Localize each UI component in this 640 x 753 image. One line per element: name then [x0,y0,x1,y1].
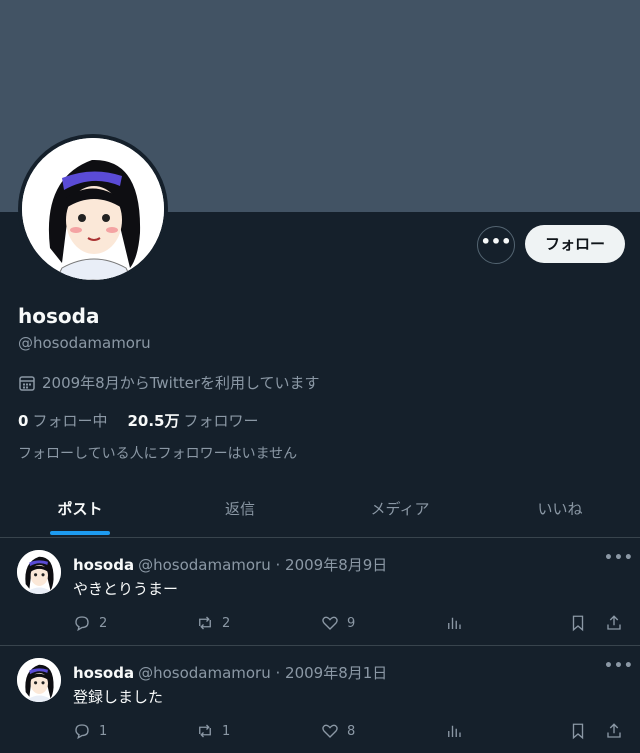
bookmark-button[interactable] [569,614,587,632]
like-count: 8 [347,723,356,739]
reply-icon [75,616,89,632]
post-more-icon[interactable]: ••• [604,658,634,674]
avatar-illustration [17,550,61,594]
meta-separator: · [270,556,286,574]
share-button[interactable] [605,722,623,740]
post-text: 登録しました [73,688,164,706]
like-icon [322,724,338,738]
repost-icon [199,724,211,738]
meta-separator: · [270,664,286,682]
followers-count: 20.5万 [127,412,180,430]
reply-count: 1 [99,723,108,739]
post-author-name[interactable]: hosoda [73,556,134,574]
post-date[interactable]: 2009年8月1日 [285,664,387,682]
share-icon [607,723,621,738]
tab-label: メディア [370,500,430,518]
profile-tabs: ポスト 返信 メディア いいね [0,484,640,538]
active-tab-indicator [50,531,110,535]
share-icon [607,615,621,630]
followers-link[interactable]: 20.5万 フォロワー [127,410,258,431]
tab-label: ポスト [57,500,103,518]
following-label: フォロー中 [32,412,108,430]
reply-icon [75,724,89,740]
tab-label: 返信 [224,500,255,518]
post-item[interactable]: hosoda @hosodamamoru · 2009年8月9日 やきとりうまー … [0,538,640,646]
repost-button[interactable]: 1 [196,722,230,740]
bookmark-button[interactable] [569,722,587,740]
reply-count: 2 [99,615,108,631]
post-avatar[interactable] [17,550,61,594]
post-author-handle[interactable]: @hosodamamoru [138,664,271,682]
views-icon [448,617,461,629]
mutual-followers-note: フォローしている人にフォロワーはいません [18,446,298,462]
tab-posts[interactable]: ポスト [0,484,160,537]
bookmark-icon [572,615,584,632]
like-count: 9 [347,615,356,631]
repost-count: 2 [222,615,231,631]
follow-button[interactable]: フォロー [525,225,625,263]
calendar-icon [19,375,35,391]
views-button[interactable] [445,722,463,740]
join-date-text: 2009年8月からTwitterを利用しています [42,374,320,392]
more-button[interactable]: ••• [477,226,515,264]
tab-likes[interactable]: いいね [480,484,640,537]
post-actions: 1 1 8 [73,722,627,742]
avatar-illustration [22,138,164,280]
more-icon: ••• [480,232,512,251]
views-icon [448,725,461,737]
following-link[interactable]: 0 フォロー中 [18,410,107,431]
post-actions: 2 2 9 [73,614,627,634]
reply-button[interactable]: 2 [73,614,107,632]
post-text: やきとりうまー [73,580,179,598]
like-button[interactable]: 8 [321,722,355,740]
post-meta: hosoda @hosodamamoru · 2009年8月1日 [73,662,387,683]
post-date[interactable]: 2009年8月9日 [285,556,387,574]
followers-label: フォロワー [183,412,259,430]
profile-name: hosoda [18,304,100,328]
repost-icon [199,616,211,630]
post-more-icon[interactable]: ••• [604,550,634,566]
avatar-illustration [17,658,61,702]
profile-avatar[interactable] [18,134,168,284]
tab-label: いいね [537,500,583,518]
repost-count: 1 [222,723,231,739]
follow-counts: 0 フォロー中 20.5万 フォロワー [18,410,258,431]
post-author-name[interactable]: hosoda [73,664,134,682]
repost-button[interactable]: 2 [196,614,230,632]
bookmark-icon [572,723,584,740]
like-button[interactable]: 9 [321,614,355,632]
post-meta: hosoda @hosodamamoru · 2009年8月9日 [73,554,387,575]
views-button[interactable] [445,614,463,632]
post-item[interactable]: hosoda @hosodamamoru · 2009年8月1日 登録しました •… [0,646,640,753]
tab-replies[interactable]: 返信 [160,484,320,537]
post-avatar[interactable] [17,658,61,702]
join-date: 2009年8月からTwitterを利用しています [18,372,320,393]
post-author-handle[interactable]: @hosodamamoru [138,556,271,574]
like-icon [322,616,338,630]
tab-media[interactable]: メディア [320,484,480,537]
share-button[interactable] [605,614,623,632]
profile-handle: @hosodamamoru [18,334,151,352]
reply-button[interactable]: 1 [73,722,107,740]
following-count: 0 [18,412,29,430]
